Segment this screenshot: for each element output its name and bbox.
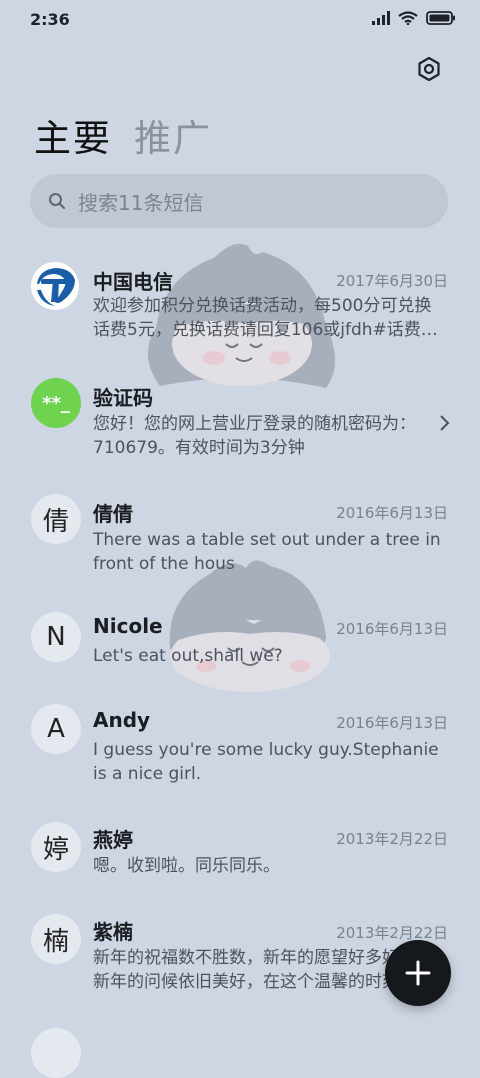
avatar-glyph: A (47, 714, 65, 744)
contact-name: 燕婷 (93, 828, 133, 852)
avatar-glyph: **_ (42, 392, 70, 414)
contact-name: 中国电信 (93, 270, 173, 294)
china-telecom-logo-avatar (31, 262, 79, 310)
search-placeholder: 搜索11条短信 (78, 190, 204, 215)
status-bar: 2:36 (0, 0, 480, 40)
avatar-glyph: 倩 (42, 506, 69, 537)
search-input[interactable]: 搜索11条短信 (30, 174, 448, 228)
search-icon (49, 193, 65, 209)
message-preview: Let's eat out,shall we? (93, 646, 283, 666)
signal-icon (372, 11, 390, 25)
message-date: 2016年6月13日 (336, 620, 448, 638)
message-preview: 欢迎参加积分兑换话费活动，每500分可兑换话费5元，兑换话费请回复106或jfd… (93, 296, 438, 340)
contact-avatar (31, 1028, 81, 1078)
contact-name: 验证码 (93, 386, 153, 410)
wifi-icon (398, 11, 418, 25)
message-date: 2013年2月22日 (336, 924, 448, 942)
tab-bar: 主要 推广 (34, 108, 212, 162)
message-date: 2016年6月13日 (336, 714, 448, 732)
tab-primary[interactable]: 主要 (34, 108, 112, 162)
plus-icon (405, 960, 431, 986)
avatar-glyph: N (46, 622, 66, 652)
chevron-right-icon (440, 415, 450, 431)
contact-avatar: 楠 (31, 914, 81, 964)
contact-avatar: A (31, 704, 81, 754)
message-preview: 您好！您的网上营业厅登录的随机密码为：710679。有效时间为3分钟 (93, 414, 416, 458)
contact-name: Nicole (93, 614, 163, 638)
contact-avatar: 倩 (31, 494, 81, 544)
new-message-button[interactable] (385, 940, 451, 1006)
contact-name: Andy (93, 708, 151, 732)
contact-avatar: N (31, 612, 81, 662)
battery-icon (426, 11, 455, 25)
contact-avatar: 婷 (31, 822, 81, 872)
settings-gear-icon[interactable] (416, 56, 442, 82)
status-icons (372, 11, 456, 25)
message-date: 2013年2月22日 (336, 830, 448, 848)
tab-promotions[interactable]: 推广 (134, 108, 212, 162)
message-date: 2016年6月13日 (336, 504, 448, 522)
message-preview: I guess you're some lucky guy.Stephanie … (93, 740, 439, 784)
contact-name: 紫楠 (93, 920, 133, 944)
contact-name: 倩倩 (93, 502, 133, 526)
message-preview: 嗯。收到啦。同乐同乐。 (93, 856, 280, 876)
status-time: 2:36 (30, 10, 70, 29)
message-date: 2017年6月30日 (336, 272, 448, 290)
china-telecom-logo-icon (32, 263, 78, 309)
message-preview: There was a table set out under a tree i… (93, 530, 441, 574)
avatar-glyph: 楠 (42, 926, 69, 957)
verification-code-avatar: **_ (31, 378, 81, 428)
avatar-glyph: 婷 (42, 834, 69, 865)
